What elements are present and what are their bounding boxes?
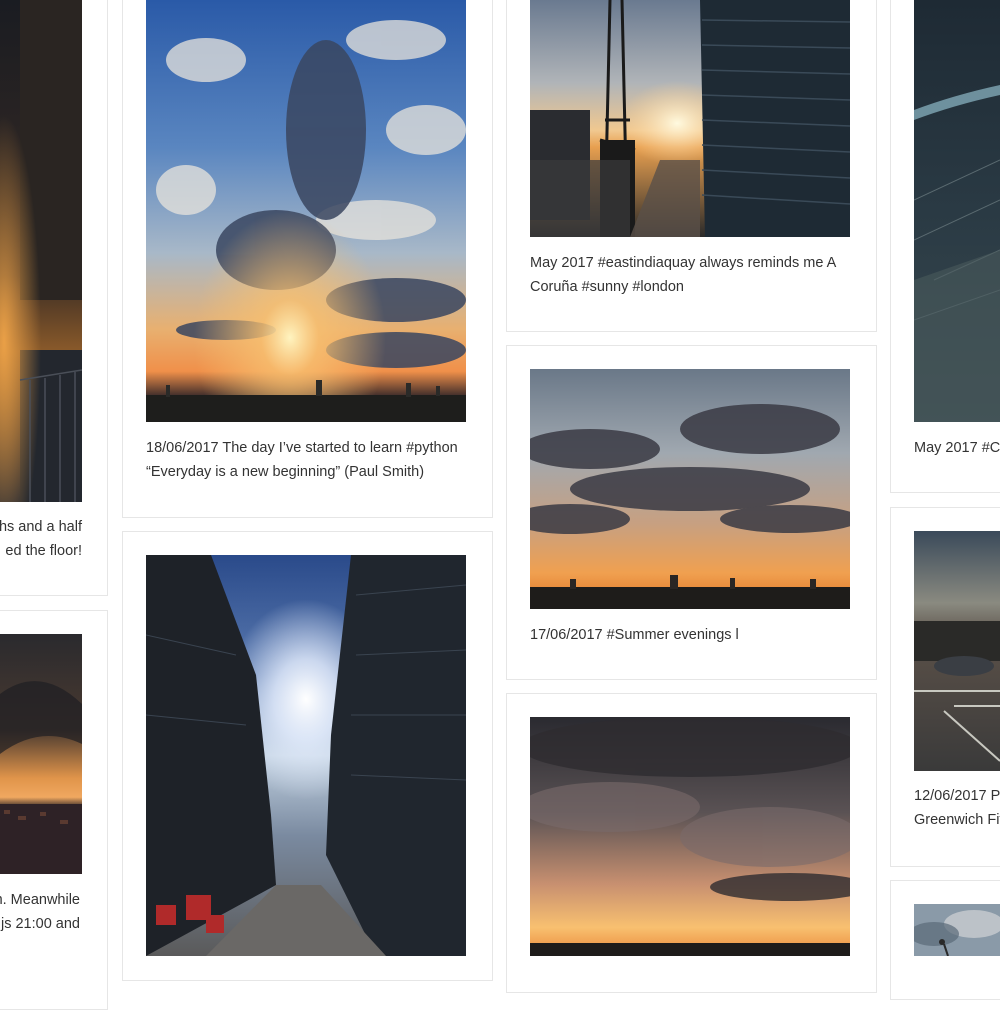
post-photo[interactable]	[530, 369, 850, 609]
post-caption[interactable]: 17/06/2017 #Summer evenings l	[530, 623, 860, 647]
post-photo[interactable]	[146, 555, 466, 956]
post-photo[interactable]	[914, 531, 1000, 771]
post-caption[interactable]: ths and a half ed the floor!	[0, 515, 82, 563]
post-caption[interactable]: May 2017 #Ca	[914, 436, 1000, 460]
post-caption[interactable]: May 2017 #eastindiaquay always reminds m…	[530, 251, 860, 299]
post-photo[interactable]	[0, 0, 82, 502]
tower-photo-icon	[0, 0, 82, 502]
post-caption[interactable]: 18/06/2017 The day I’ve started to learn…	[146, 436, 476, 484]
lamp-post-photo-icon	[914, 904, 1000, 956]
sunset-lamp-photo-icon	[0, 634, 82, 874]
post-photo[interactable]	[914, 0, 1000, 422]
street-sun-photo-icon	[146, 555, 466, 956]
post-caption[interactable]: 12/06/2017 P Greenwich Fit	[914, 784, 1000, 832]
post-photo[interactable]	[530, 0, 850, 237]
post-photo[interactable]	[530, 717, 850, 956]
cloudy-dusk-photo-icon	[530, 717, 850, 956]
sunset-clouds-photo-icon	[530, 369, 850, 609]
post-photo[interactable]	[0, 634, 82, 874]
cloudy-sunset-photo-icon	[146, 0, 466, 422]
parking-photo-icon	[914, 531, 1000, 771]
bridge-light-photo-icon	[914, 0, 1000, 422]
crane-quay-photo-icon	[530, 0, 850, 237]
post-caption[interactable]: n. Meanwhile e.js 21:00 and	[0, 888, 80, 936]
post-photo[interactable]	[914, 904, 1000, 956]
post-photo[interactable]	[146, 0, 466, 422]
